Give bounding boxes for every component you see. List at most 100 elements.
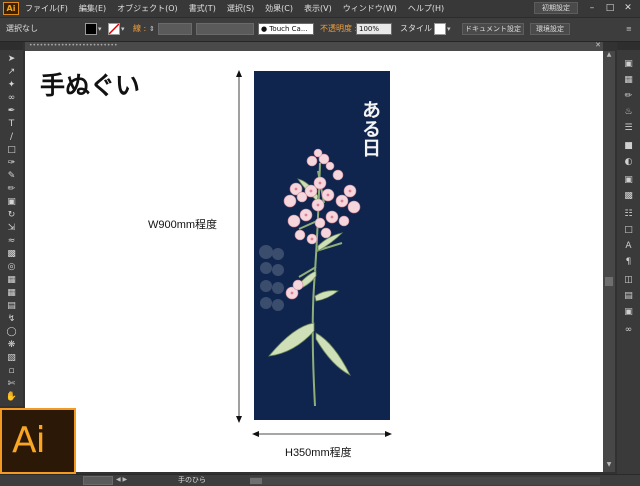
scroll-up-icon[interactable]: ▲	[603, 51, 615, 61]
menu-select[interactable]: 選択(S)	[227, 3, 254, 14]
chevron-down-icon[interactable]: ▾	[447, 23, 455, 35]
vertical-scrollbar[interactable]: ▲ ▼	[603, 51, 615, 472]
graphic-styles-panel-icon[interactable]: ▩	[621, 190, 636, 202]
no-stroke-icon	[108, 23, 120, 35]
symbol-sprayer-icon[interactable]: ❋	[4, 340, 19, 351]
close-icon[interactable]: ✕	[622, 3, 634, 13]
transform-panel-icon[interactable]: ◫	[621, 274, 636, 286]
tools-panel-header[interactable]	[0, 42, 23, 50]
lasso-icon[interactable]: ∞	[4, 93, 19, 104]
character-panel-icon[interactable]: A	[621, 240, 636, 252]
opacity-label[interactable]: 不透明度 :	[320, 23, 357, 35]
align-panel-icon[interactable]: ▤	[621, 290, 636, 302]
warp-tool-icon[interactable]: ≈	[4, 236, 19, 247]
column-graph-icon[interactable]: ▧	[4, 353, 19, 364]
magic-wand-icon[interactable]: ✦	[4, 80, 19, 91]
style-label: スタイル :	[400, 24, 438, 33]
line-tool-icon[interactable]: ∕	[4, 132, 19, 143]
stroke-panel-icon[interactable]: ☰	[621, 122, 636, 134]
appearance-panel-icon[interactable]: ▣	[621, 174, 636, 186]
pathfinder-panel-icon[interactable]: ▣	[621, 306, 636, 318]
paragraph-panel-icon[interactable]: ¶	[621, 256, 636, 268]
pencil-icon[interactable]: ✎	[4, 171, 19, 182]
symbols-panel-icon[interactable]: ♨	[621, 106, 636, 118]
artboard-canvas[interactable]: 手ぬぐい W900mm程度 H350mm程度 ある日	[25, 51, 603, 472]
horizontal-scrollbar[interactable]	[250, 477, 600, 485]
color-panel-icon[interactable]: ▣	[621, 58, 636, 70]
mesh-tool-icon[interactable]: ▦	[4, 288, 19, 299]
artboards-panel-icon[interactable]: □	[621, 224, 636, 236]
gradient-tool-icon[interactable]: ▤	[4, 301, 19, 312]
variable-width-profile[interactable]	[196, 23, 254, 35]
blend-tool-icon[interactable]: ◯	[4, 327, 19, 338]
dock-panel-header[interactable]	[617, 42, 640, 50]
fill-swatch[interactable]	[85, 23, 97, 35]
width-dimension-label: W900mm程度	[148, 219, 218, 231]
control-bar: 選択なし ▾ ▾ 線 : ⇕ ● Touch Ca... 不透明度 : 100%…	[0, 17, 640, 42]
menu-effect[interactable]: 効果(C)	[265, 3, 293, 14]
stepper-icon[interactable]: ⇕	[149, 23, 157, 35]
menu-edit[interactable]: 編集(E)	[79, 3, 106, 14]
shape-builder-icon[interactable]: ◎	[4, 262, 19, 273]
maximize-icon[interactable]: □	[604, 3, 616, 13]
document-setup-button[interactable]: ドキュメント設定	[462, 23, 524, 35]
rectangle-tool-icon[interactable]: □	[4, 145, 19, 156]
hand-tool-icon[interactable]: ✋	[4, 392, 19, 403]
artboard-navigation[interactable]: ◀ ▶	[116, 476, 136, 485]
eyedropper-icon[interactable]: ↯	[4, 314, 19, 325]
slice-tool-icon[interactable]: ✄	[4, 379, 19, 390]
stroke-label: 線 :	[133, 24, 147, 33]
brush-dot-icon: ●	[261, 25, 268, 33]
panel-menu-icon[interactable]: ≡	[626, 23, 634, 35]
app-icon[interactable]: Ai	[3, 2, 19, 15]
document-tab[interactable]: ••••••••••••••••••••••••• ✕	[25, 41, 603, 51]
scale-tool-icon[interactable]: ⇲	[4, 223, 19, 234]
menu-help[interactable]: ヘルプ(H)	[408, 3, 444, 14]
menu-file[interactable]: ファイル(F)	[25, 3, 68, 14]
free-transform-icon[interactable]: ▩	[4, 249, 19, 260]
graphic-style-swatch[interactable]	[434, 23, 446, 35]
brush-definition[interactable]: ● Touch Ca...	[258, 23, 314, 35]
preferences-button[interactable]: 環境設定	[530, 23, 570, 35]
scroll-down-icon[interactable]: ▼	[603, 461, 615, 471]
swatches-panel-icon[interactable]: ▦	[621, 74, 636, 86]
transparency-panel-icon[interactable]: ◐	[621, 156, 636, 168]
eraser-icon[interactable]: ▣	[4, 197, 19, 208]
flower-illustration	[259, 148, 361, 407]
rotate-tool-icon[interactable]: ↻	[4, 210, 19, 221]
chevron-down-icon[interactable]: ▾	[121, 23, 129, 35]
pen-tool-icon[interactable]: ✒	[4, 106, 19, 117]
height-dimension-arrow	[236, 70, 242, 423]
menu-type[interactable]: 書式(T)	[189, 3, 216, 14]
chevron-down-icon[interactable]: ▾	[98, 23, 106, 35]
stroke-swatch[interactable]	[108, 23, 120, 35]
gradient-panel-icon[interactable]: ■	[621, 140, 636, 152]
paintbrush-icon[interactable]: ✑	[4, 158, 19, 169]
artboard-tool-icon[interactable]: ▫	[4, 366, 19, 377]
vertical-scroll-thumb[interactable]	[605, 277, 613, 286]
links-panel-icon[interactable]: ∞	[621, 324, 636, 336]
type-tool-icon[interactable]: T	[4, 119, 19, 130]
opacity-field[interactable]: 100%	[356, 23, 392, 35]
selection-status: 選択なし	[6, 24, 38, 33]
blob-brush-icon[interactable]: ✏	[4, 184, 19, 195]
horizontal-scroll-thumb[interactable]	[250, 478, 262, 484]
selection-tool-icon[interactable]: ➤	[4, 54, 19, 65]
status-text[interactable]: 手のひら	[178, 475, 206, 485]
minimize-icon[interactable]: –	[586, 3, 598, 13]
status-bar: ◀ ▶ 手のひら	[0, 474, 640, 486]
menu-object[interactable]: オブジェクト(O)	[117, 3, 178, 14]
menu-view[interactable]: 表示(V)	[304, 3, 332, 14]
zoom-level-field[interactable]	[83, 476, 113, 485]
illustrator-logo-text: Ai	[12, 420, 46, 461]
direct-selection-tool-icon[interactable]: ↗	[4, 67, 19, 78]
close-tab-icon[interactable]: ✕	[595, 41, 601, 49]
menu-window[interactable]: ウィンドウ(W)	[343, 3, 397, 14]
workspace-switcher[interactable]: 初期設定	[534, 2, 578, 14]
tenugui-artwork[interactable]: ある日	[254, 71, 390, 420]
perspective-grid-icon[interactable]: ▦	[4, 275, 19, 286]
height-dimension-label: H350mm程度	[285, 447, 352, 459]
stroke-weight-field[interactable]	[158, 23, 192, 35]
brushes-panel-icon[interactable]: ✏	[621, 90, 636, 102]
layers-panel-icon[interactable]: ☷	[621, 208, 636, 220]
